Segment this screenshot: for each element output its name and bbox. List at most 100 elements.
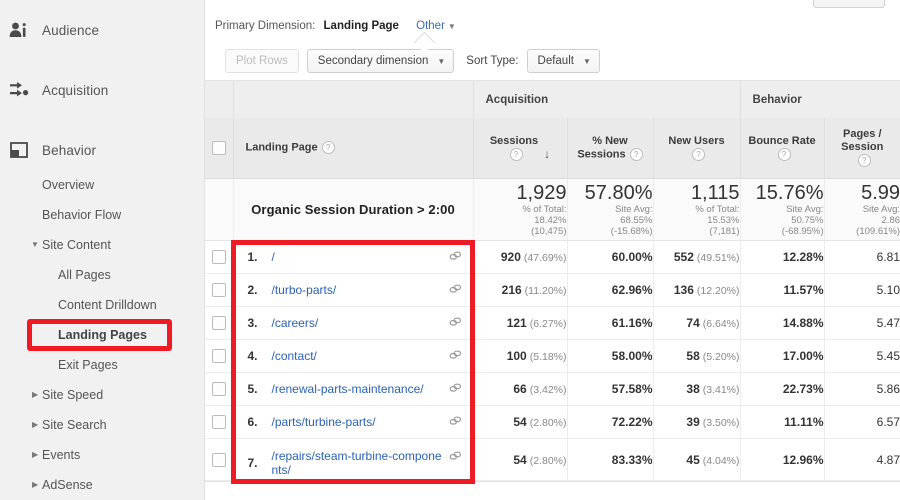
external-link-icon[interactable]	[449, 316, 463, 332]
sidebar-item-acquisition[interactable]: Acquisition	[0, 74, 204, 106]
help-icon[interactable]: ?	[857, 154, 871, 168]
external-link-icon[interactable]	[449, 450, 463, 466]
row-checkbox[interactable]	[211, 316, 226, 330]
row-page-link[interactable]: /turbo-parts/	[272, 283, 445, 297]
help-icon[interactable]: ?	[777, 147, 791, 161]
row-bounce-rate-value: 17.00%	[782, 349, 824, 363]
row-checkbox[interactable]	[211, 250, 226, 264]
landing-pages-table-container: Acquisition Behavior Landing Page? Sessi…	[205, 80, 900, 484]
summary-sub-3: (-68.95%)	[781, 226, 824, 237]
row-page-link[interactable]: /	[272, 250, 445, 264]
select-all-cell	[205, 118, 234, 179]
summary-sub-1: Site Avg:	[786, 204, 824, 215]
row-sessions-pct: (5.18%)	[529, 351, 567, 363]
row-pages-session-value: 6.81	[876, 250, 900, 264]
table-row[interactable]: 1. / 920 (47.69%) 60.00% 552 (49.51%) 12.2…	[205, 240, 900, 274]
row-checkbox[interactable]	[211, 349, 226, 363]
column-header-landing-page[interactable]: Landing Page?	[232, 118, 473, 179]
chevron-right-icon: ▶	[32, 390, 39, 399]
column-header-label: % New Sessions	[577, 134, 628, 161]
row-checkbox[interactable]	[211, 452, 226, 467]
sidebar-item-site-search[interactable]: ▶ Site Search	[0, 410, 204, 440]
help-icon[interactable]: ?	[509, 147, 523, 161]
sidebar-item-all-pages[interactable]: All Pages	[0, 260, 204, 290]
row-page-link[interactable]: /careers/	[272, 316, 445, 330]
sidebar-item-label: Audience	[42, 22, 100, 38]
column-header-sessions[interactable]: Sessions? ↓	[472, 118, 567, 179]
row-landing-page-cell: 5. /renewal-parts-maintenance/	[232, 372, 473, 406]
primary-dimension-label: Primary Dimension:	[215, 20, 316, 32]
sidebar-subitem-label: Landing Pages	[58, 328, 147, 342]
row-pages-session-cell: 5.86	[823, 372, 900, 406]
external-link-icon[interactable]	[449, 283, 463, 299]
external-link-icon[interactable]	[449, 415, 463, 431]
column-header-new-sessions[interactable]: % New Sessions?	[566, 118, 653, 179]
secondary-dimension-label: Secondary dimension	[317, 55, 429, 67]
row-checkbox[interactable]	[211, 415, 226, 429]
external-link-icon[interactable]	[449, 250, 463, 266]
sidebar-item-exit-pages[interactable]: Exit Pages	[0, 350, 204, 380]
sidebar-item-content-drilldown[interactable]: Content Drilldown	[0, 290, 204, 320]
sort-type-select[interactable]: Default ▼	[526, 49, 600, 73]
summary-new-sessions-cell: 57.80% Site Avg: 68.55% (-15.68%)	[566, 178, 653, 241]
row-checkbox[interactable]	[211, 382, 226, 396]
row-new-users-cell: 39 (3.50%)	[652, 405, 741, 439]
row-bounce-rate-cell: 22.73%	[739, 372, 825, 406]
sidebar-item-adsense[interactable]: ▶ AdSense	[0, 470, 204, 500]
column-header-pages-session[interactable]: Pages / Session?	[823, 118, 900, 179]
row-new-users-value: 74	[686, 316, 700, 330]
table-group-header-row: Acquisition Behavior	[205, 81, 900, 118]
table-row[interactable]: 3. /careers/ 121 (6.27%) 61.16% 74 (6.64%)…	[205, 306, 900, 340]
help-icon[interactable]: ?	[692, 147, 705, 161]
row-sessions-value: 66	[513, 382, 527, 396]
sidebar-item-site-speed[interactable]: ▶ Site Speed	[0, 380, 204, 410]
sidebar-item-label: Behavior	[42, 142, 97, 158]
secondary-dimension-button[interactable]: Secondary dimension ▼	[306, 49, 455, 73]
help-icon[interactable]: ?	[321, 141, 335, 155]
column-header-new-users[interactable]: New Users?	[652, 118, 741, 179]
table-row[interactable]: 6. /parts/turbine-parts/ 54 (2.80%) 72.22…	[205, 405, 900, 439]
row-sessions-cell: 216 (11.20%)	[472, 273, 567, 307]
table-row[interactable]: 2. /turbo-parts/ 216 (11.20%) 62.96% 136(…	[205, 273, 900, 307]
external-link-icon[interactable]	[449, 382, 463, 398]
summary-value: 1,929	[516, 182, 567, 204]
row-page-link[interactable]: /contact/	[272, 349, 445, 363]
external-link-icon[interactable]	[449, 349, 463, 365]
row-new-users-cell: 136 (12.20%)	[652, 273, 741, 307]
table-row[interactable]: 7. /repairs/steam-turbine-components/ 54…	[205, 438, 900, 481]
table-row[interactable]: 5. /renewal-parts-maintenance/ 66 (3.42%)…	[205, 372, 900, 406]
row-checkbox[interactable]	[211, 283, 226, 297]
row-sessions-value: 54	[513, 452, 527, 467]
row-pages-session-value: 4.87	[876, 452, 900, 467]
sort-descending-icon[interactable]: ↓	[544, 147, 550, 161]
row-sessions-cell: 920 (47.69%)	[472, 240, 567, 274]
row-sessions-pct: (11.20%)	[524, 285, 567, 297]
table-row[interactable]: 4. /contact/ 100 (5.18%) 58.00% 58 (5.20%)…	[205, 339, 900, 373]
select-all-checkbox[interactable]	[211, 141, 226, 155]
top-partial-button[interactable]	[813, 0, 885, 8]
row-new-users-pct: (6.64%)	[702, 318, 740, 330]
summary-checkbox-cell	[205, 178, 234, 241]
sidebar-item-behavior-flow[interactable]: Behavior Flow	[0, 200, 204, 230]
sidebar-item-behavior[interactable]: Behavior	[0, 134, 204, 166]
row-page-link[interactable]: /repairs/steam-turbine-components/	[272, 449, 445, 477]
column-header-bounce-rate[interactable]: Bounce Rate?	[739, 118, 825, 179]
primary-dimension-value[interactable]: Landing Page	[324, 20, 399, 32]
audience-icon	[8, 19, 30, 41]
row-index: 3.	[247, 316, 258, 330]
sidebar-item-overview[interactable]: Overview	[0, 170, 204, 200]
row-sessions-pct: (2.80%)	[529, 417, 567, 429]
help-icon[interactable]: ?	[629, 147, 643, 161]
summary-value: 57.80%	[584, 182, 653, 204]
row-new-users-pct: (4.04%)	[702, 454, 740, 467]
sidebar-item-audience[interactable]: Audience	[0, 14, 204, 46]
sidebar-item-site-content[interactable]: ▼ Site Content	[0, 230, 204, 260]
row-page-link[interactable]: /renewal-parts-maintenance/	[272, 382, 445, 396]
summary-pages-session-cell: 5.99 Site Avg: 2.86 (109.61%)	[823, 178, 900, 241]
plot-rows-button[interactable]: Plot Rows	[225, 49, 299, 73]
sidebar-item-landing-pages[interactable]: Landing Pages	[0, 320, 204, 350]
row-page-link[interactable]: /parts/turbine-parts/	[272, 415, 445, 429]
primary-dimension-other-link[interactable]: Other	[416, 20, 445, 32]
row-checkbox-cell	[205, 405, 234, 439]
sidebar-item-events[interactable]: ▶ Events	[0, 440, 204, 470]
